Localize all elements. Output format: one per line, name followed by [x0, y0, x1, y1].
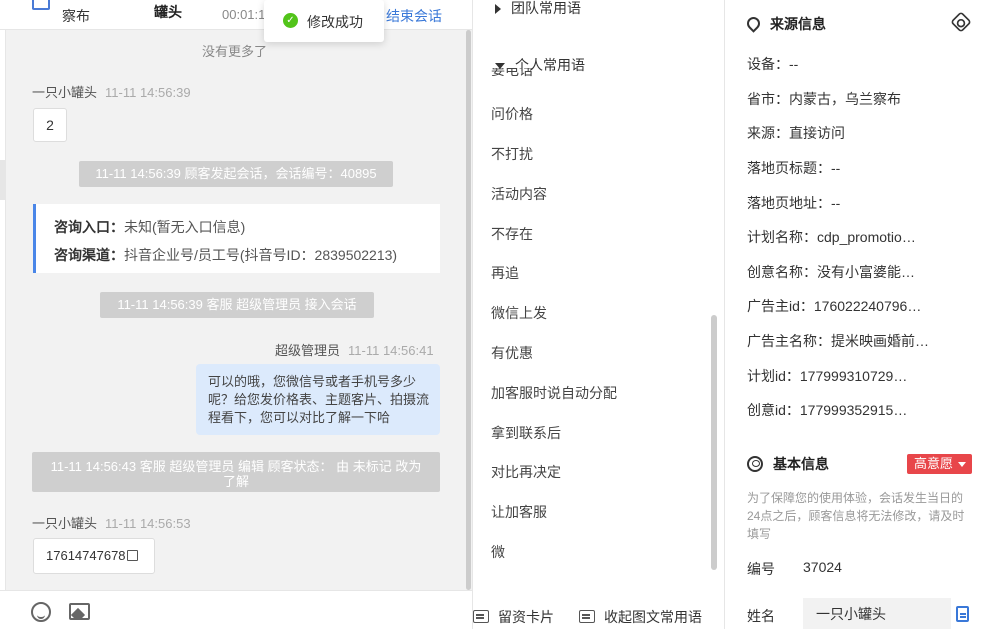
system-message: 11-11 14:56:39 客服 超级管理员 接入会话 — [100, 292, 374, 318]
source-field-landing-url: 落地页地址：-- — [747, 195, 841, 211]
phrase-label: 要电话 — [491, 68, 533, 78]
lead-card-label: 留资卡片 — [498, 609, 554, 625]
agent-message: 可以的哦，您微信号或者手机号多少呢？给您发价格表、主题客片、拍摄流程看下，您可以… — [196, 364, 440, 435]
consult-channel-value: 抖音企业号/员工号(抖音号ID：2839502213) — [124, 247, 398, 263]
consult-channel-label: 咨询渠道： — [54, 247, 124, 263]
collapse-phrases-label: 收起图文常用语 — [604, 609, 702, 625]
phrase-item[interactable]: 活动内容 — [491, 184, 547, 204]
consult-entry-label: 咨询入口： — [54, 219, 124, 235]
consult-entry-value: 未知(暂无入口信息) — [124, 219, 246, 235]
success-toast: ✓ 修改成功 — [264, 0, 384, 42]
customer-name-input[interactable] — [803, 598, 951, 629]
no-more-hint: 没有更多了 — [202, 44, 268, 59]
source-info-title: 来源信息 — [744, 14, 826, 34]
chat-scrollbar[interactable] — [466, 30, 471, 590]
chat-header: 察布 罐头 00:01:1 结束会话 — [0, 0, 472, 30]
chat-input-toolbar — [0, 590, 472, 629]
card-icon — [473, 610, 489, 623]
visitor-name: 察布 — [62, 8, 90, 24]
settings-icon[interactable] — [950, 11, 972, 33]
chat-left-edge — [0, 30, 6, 629]
chat-panel: 察布 罐头 00:01:1 结束会话 ✓ 修改成功 没有更多了 一只小罐头 11-… — [0, 0, 472, 629]
visitor-nickname: 罐头 — [154, 4, 182, 20]
intent-level-label: 高意愿 — [914, 456, 954, 471]
message-time: 11-11 14:56:41 — [348, 343, 434, 358]
edit-deadline-notice: 为了保障您的使用体验，会话发生当日的24点之后，顾客信息将无法修改，请及时填写 — [747, 491, 965, 541]
phrase-item[interactable]: 有优惠 — [491, 343, 533, 363]
customer-message: 17614747678 — [33, 538, 155, 574]
consult-entry-row: 咨询入口：未知(暂无入口信息) — [54, 217, 245, 237]
sender-name: 超级管理员 — [275, 343, 341, 358]
message-time: 11-11 14:56:53 — [105, 516, 191, 531]
phrase-item[interactable]: 要电话 — [491, 68, 571, 78]
lead-card-button[interactable]: 留资卡片 — [473, 607, 554, 627]
customer-id-label: 编号 — [747, 561, 775, 577]
system-message: 11-11 14:56:39 顾客发起会话，会话编号：40895 — [79, 161, 393, 187]
source-field-creative-id: 创意id：177999352915… — [747, 402, 908, 418]
phrase-item[interactable]: 不打扰 — [491, 144, 533, 164]
section-label: 来源信息 — [770, 16, 826, 32]
sender-name: 一只小罐头 — [32, 516, 98, 531]
intent-level-dropdown[interactable]: 高意愿 — [907, 454, 972, 474]
source-field-landing-title: 落地页标题：-- — [747, 160, 841, 176]
toast-text: 修改成功 — [307, 14, 363, 30]
caret-down-icon — [958, 462, 966, 467]
user-circle-icon — [747, 456, 763, 472]
basic-info-title: 基本信息 — [747, 454, 829, 474]
team-phrases-group[interactable]: 团队常用语 — [495, 0, 581, 18]
phrase-item[interactable]: 加客服时说自动分配 — [491, 383, 617, 403]
customer-name-label: 姓名 — [747, 608, 775, 624]
phrase-item[interactable]: 拿到联系后 — [491, 423, 561, 443]
source-field-region: 省市：内蒙古，乌兰察布 — [747, 91, 901, 107]
chat-scrollbar-thumb[interactable] — [466, 30, 471, 590]
system-message: 11-11 14:56:43 客服 超级管理员 编辑 顾客状态： 由 未标记 改… — [32, 452, 440, 492]
source-field-advertiser-id: 广告主id：176022240796… — [747, 298, 922, 314]
phrases-scrollbar[interactable] — [711, 315, 717, 570]
phrase-item[interactable]: 微 — [491, 542, 505, 562]
source-field-creative-name: 创意名称：没有小富婆能… — [747, 264, 915, 280]
end-session-button[interactable]: 结束会话 — [386, 6, 442, 26]
phrase-item[interactable]: 让加客服 — [491, 502, 547, 522]
message-text: 17614747678 — [46, 548, 126, 563]
check-circle-icon: ✓ — [283, 13, 298, 28]
phrase-item[interactable]: 对比再决定 — [491, 462, 561, 482]
group-label: 团队常用语 — [511, 0, 581, 16]
source-field-source: 来源：直接访问 — [747, 125, 845, 141]
phrase-item[interactable]: 微信上发 — [491, 303, 547, 323]
phrase-item[interactable]: 再追 — [491, 263, 519, 283]
section-label: 基本信息 — [773, 456, 829, 472]
phrase-item[interactable]: 不存在 — [491, 224, 533, 244]
source-field-advertiser-name: 广告主名称：提米映画婚前… — [747, 333, 929, 349]
source-field-plan-id: 计划id：177999310729… — [747, 368, 908, 384]
phrases-footer: 留资卡片 收起图文常用语 — [473, 598, 725, 629]
message-sender: 一只小罐头 11-11 14:56:53 — [32, 513, 191, 532]
message-time: 11-11 14:56:39 — [105, 85, 191, 100]
customer-info-panel: 来源信息 设备：-- 省市：内蒙古，乌兰察布 来源：直接访问 落地页标题：-- … — [724, 0, 992, 629]
customer-id-value: 37024 — [803, 559, 842, 575]
consult-info-card: 咨询入口：未知(暂无入口信息) 咨询渠道：抖音企业号/员工号(抖音号ID：283… — [33, 204, 440, 273]
sender-name: 一只小罐头 — [32, 85, 98, 100]
message-sender: 一只小罐头 11-11 14:56:39 — [32, 82, 191, 101]
copy-icon[interactable] — [126, 550, 138, 561]
customer-message: 2 — [33, 108, 67, 142]
message-sender: 超级管理员 11-11 14:56:41 — [275, 340, 434, 359]
consult-channel-row: 咨询渠道：抖音企业号/员工号(抖音号ID：2839502213) — [54, 245, 397, 265]
monitor-icon — [32, 0, 50, 10]
quick-phrases-panel: 团队常用语 个人常用语 要电话 问价格 不打扰 活动内容 不存在 再追 微信上发… — [472, 0, 724, 629]
location-icon — [744, 14, 763, 33]
document-icon[interactable] — [956, 606, 969, 622]
source-field-device: 设备：-- — [747, 56, 799, 72]
phrase-item[interactable]: 问价格 — [491, 104, 533, 124]
collapse-handle[interactable] — [0, 160, 6, 200]
message-icon — [579, 610, 595, 623]
session-timer: 00:01:1 — [222, 7, 266, 22]
image-icon[interactable] — [69, 603, 90, 620]
collapse-phrases-button[interactable]: 收起图文常用语 — [579, 607, 702, 627]
source-field-plan-name: 计划名称：cdp_promotio… — [747, 229, 916, 245]
chevron-right-icon — [495, 4, 501, 15]
emoji-icon[interactable] — [31, 602, 51, 622]
